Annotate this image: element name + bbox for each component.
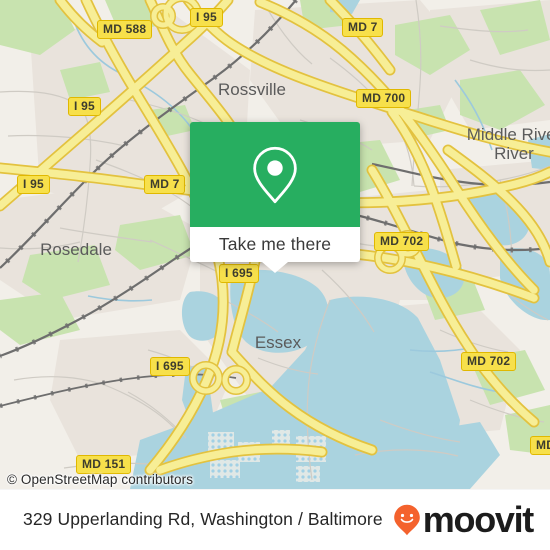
place-label-essex: Essex [255,333,302,352]
moovit-pin-smiley-icon [393,504,420,535]
road-shield: MD 702 [461,352,517,371]
map-attribution[interactable]: © OpenStreetMap contributors [0,470,193,489]
place-label-rosedale: Rosedale [40,240,112,259]
take-me-there-label: Take me there [218,234,332,254]
place-label-middle-river-line2: River [494,144,534,163]
moovit-brand[interactable]: moovit [393,498,535,540]
footer-bar: 329 Upperlanding Rd, Washington / Baltim… [0,489,550,550]
place-label-rossville: Rossville [218,80,286,99]
map-callout-card[interactable]: Take me there [190,122,360,273]
road-shield: MD 7 [342,18,384,37]
callout-green-panel [190,122,360,227]
screenshot-root: Rossville Middle River River Rosedale Es… [0,0,550,550]
road-shield: I 695 [150,357,190,376]
road-shield: MD 7 [144,175,186,194]
road-shield: MD 700 [356,89,412,108]
road-shield: I 95 [17,175,50,194]
road-shield: I 95 [190,8,223,27]
moovit-wordmark: moovit [422,498,535,540]
road-shield: MD 702 [374,232,430,251]
road-shield: MD 702 [530,436,550,455]
footer-address: 329 Upperlanding Rd, Washington / Baltim… [23,509,383,529]
road-shield: I 695 [219,264,259,283]
road-shield: MD 588 [97,20,153,39]
take-me-there-button[interactable]: Take me there [190,227,360,262]
map-pin-outline-icon [253,146,297,203]
callout-pointer-tail [262,262,288,273]
road-shield: I 95 [68,97,101,116]
place-label-middle-river-line1: Middle River [467,125,550,144]
